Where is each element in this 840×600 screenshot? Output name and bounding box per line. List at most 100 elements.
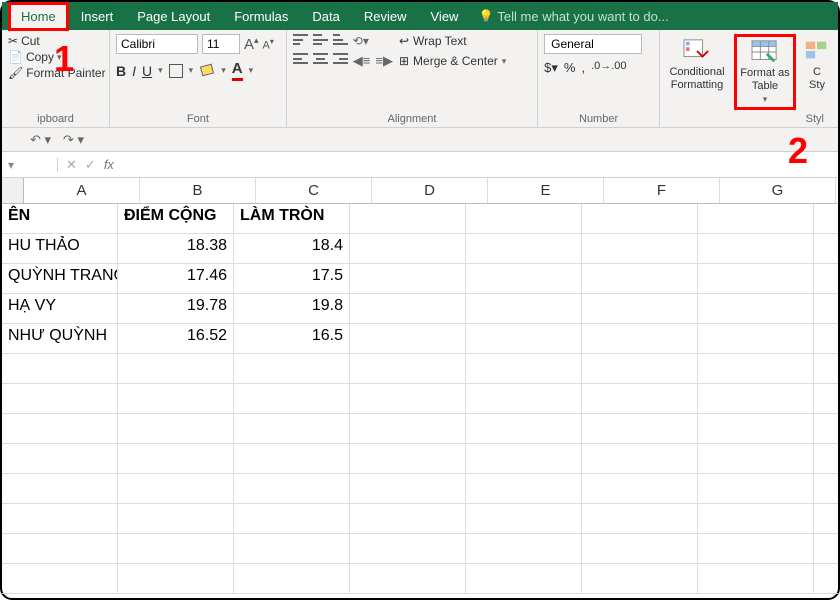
cell[interactable] [350, 384, 466, 413]
cell[interactable] [350, 564, 466, 593]
cell[interactable] [582, 294, 698, 323]
cell[interactable] [466, 294, 582, 323]
cell[interactable] [118, 414, 234, 443]
cell[interactable] [234, 444, 350, 473]
cell[interactable] [350, 504, 466, 533]
cell[interactable] [118, 474, 234, 503]
cell[interactable] [698, 294, 814, 323]
cell[interactable] [582, 234, 698, 263]
cell[interactable] [466, 444, 582, 473]
cell[interactable]: 19.78 [118, 294, 234, 323]
cell[interactable] [582, 474, 698, 503]
column-header[interactable]: A [24, 178, 140, 203]
cell-styles-button[interactable]: C Sty [802, 34, 832, 110]
align-bottom-button[interactable] [333, 34, 348, 45]
borders-button[interactable] [169, 64, 183, 78]
cell[interactable]: HU THẢO [2, 234, 118, 263]
cell[interactable] [234, 504, 350, 533]
cell[interactable] [582, 264, 698, 293]
cell[interactable] [698, 384, 814, 413]
conditional-formatting-button[interactable]: Conditional Formatting [666, 34, 728, 110]
percent-button[interactable]: % [564, 60, 576, 76]
cell[interactable] [350, 294, 466, 323]
cell[interactable] [2, 534, 118, 563]
cell[interactable] [466, 264, 582, 293]
accounting-format-button[interactable]: $▾ [544, 60, 558, 76]
cell[interactable] [698, 504, 814, 533]
tab-home[interactable]: Home [8, 2, 69, 31]
cell[interactable] [234, 384, 350, 413]
cell[interactable] [582, 384, 698, 413]
cell[interactable]: 16.52 [118, 324, 234, 353]
cell[interactable]: 17.5 [234, 264, 350, 293]
bold-button[interactable]: B [116, 63, 126, 79]
name-box[interactable]: ▾ [2, 158, 58, 172]
tab-view[interactable]: View [419, 3, 471, 30]
cell[interactable] [582, 564, 698, 593]
cell[interactable] [466, 474, 582, 503]
underline-button[interactable]: U [142, 63, 152, 79]
decrease-indent-button[interactable]: ◀≡ [353, 53, 371, 69]
cell[interactable] [698, 234, 814, 263]
comma-button[interactable]: , [581, 60, 585, 76]
align-top-button[interactable] [293, 34, 308, 45]
font-name-dropdown[interactable]: Calibri [116, 34, 198, 54]
grow-font-button[interactable]: A▴ [244, 35, 259, 53]
tab-data[interactable]: Data [300, 3, 351, 30]
cell[interactable] [582, 324, 698, 353]
cell[interactable] [2, 564, 118, 593]
tab-formulas[interactable]: Formulas [222, 3, 300, 30]
cell[interactable] [2, 414, 118, 443]
number-format-dropdown[interactable]: General [544, 34, 642, 54]
cell[interactable] [466, 384, 582, 413]
cell[interactable]: NHƯ QUỲNH [2, 324, 118, 353]
cell[interactable]: QUỲNH TRANG [2, 264, 118, 293]
cell[interactable] [466, 204, 582, 233]
cell[interactable] [350, 324, 466, 353]
tell-me-search[interactable]: 💡Tell me what you want to do... [470, 9, 668, 24]
format-as-table-button[interactable]: Format as Table▾ [734, 34, 796, 110]
column-header[interactable]: D [372, 178, 488, 203]
cell[interactable] [582, 534, 698, 563]
cell[interactable] [118, 444, 234, 473]
cell[interactable] [350, 234, 466, 263]
cell[interactable] [582, 444, 698, 473]
cell[interactable] [582, 504, 698, 533]
cell[interactable] [466, 564, 582, 593]
cell[interactable] [698, 414, 814, 443]
cell[interactable] [466, 534, 582, 563]
cell[interactable] [2, 504, 118, 533]
column-header[interactable]: C [256, 178, 372, 203]
increase-decimal-button[interactable]: .0→.00 [591, 60, 626, 76]
font-color-button[interactable]: A [232, 60, 243, 81]
cell[interactable]: 17.46 [118, 264, 234, 293]
cell[interactable] [582, 414, 698, 443]
column-header[interactable]: G [720, 178, 836, 203]
cell[interactable] [698, 264, 814, 293]
increase-indent-button[interactable]: ≡▶ [375, 53, 393, 69]
italic-button[interactable]: I [132, 63, 136, 79]
tab-insert[interactable]: Insert [69, 3, 126, 30]
cell[interactable] [466, 324, 582, 353]
column-header[interactable]: F [604, 178, 720, 203]
column-header[interactable]: B [140, 178, 256, 203]
cell[interactable] [698, 204, 814, 233]
font-size-dropdown[interactable]: 11 [202, 34, 240, 54]
cell[interactable] [118, 384, 234, 413]
align-right-button[interactable] [333, 53, 348, 64]
cell[interactable]: 16.5 [234, 324, 350, 353]
align-middle-button[interactable] [313, 34, 328, 45]
cell[interactable] [118, 564, 234, 593]
cell[interactable] [698, 474, 814, 503]
cell[interactable]: HẠ VY [2, 294, 118, 323]
cell[interactable] [698, 354, 814, 383]
cell[interactable] [234, 414, 350, 443]
cell[interactable] [466, 354, 582, 383]
cell[interactable] [350, 264, 466, 293]
cell[interactable] [466, 414, 582, 443]
cancel-formula-button[interactable]: ✕ [66, 157, 77, 173]
cell[interactable] [234, 354, 350, 383]
cell[interactable]: 18.4 [234, 234, 350, 263]
cell[interactable] [350, 444, 466, 473]
cell[interactable] [698, 324, 814, 353]
